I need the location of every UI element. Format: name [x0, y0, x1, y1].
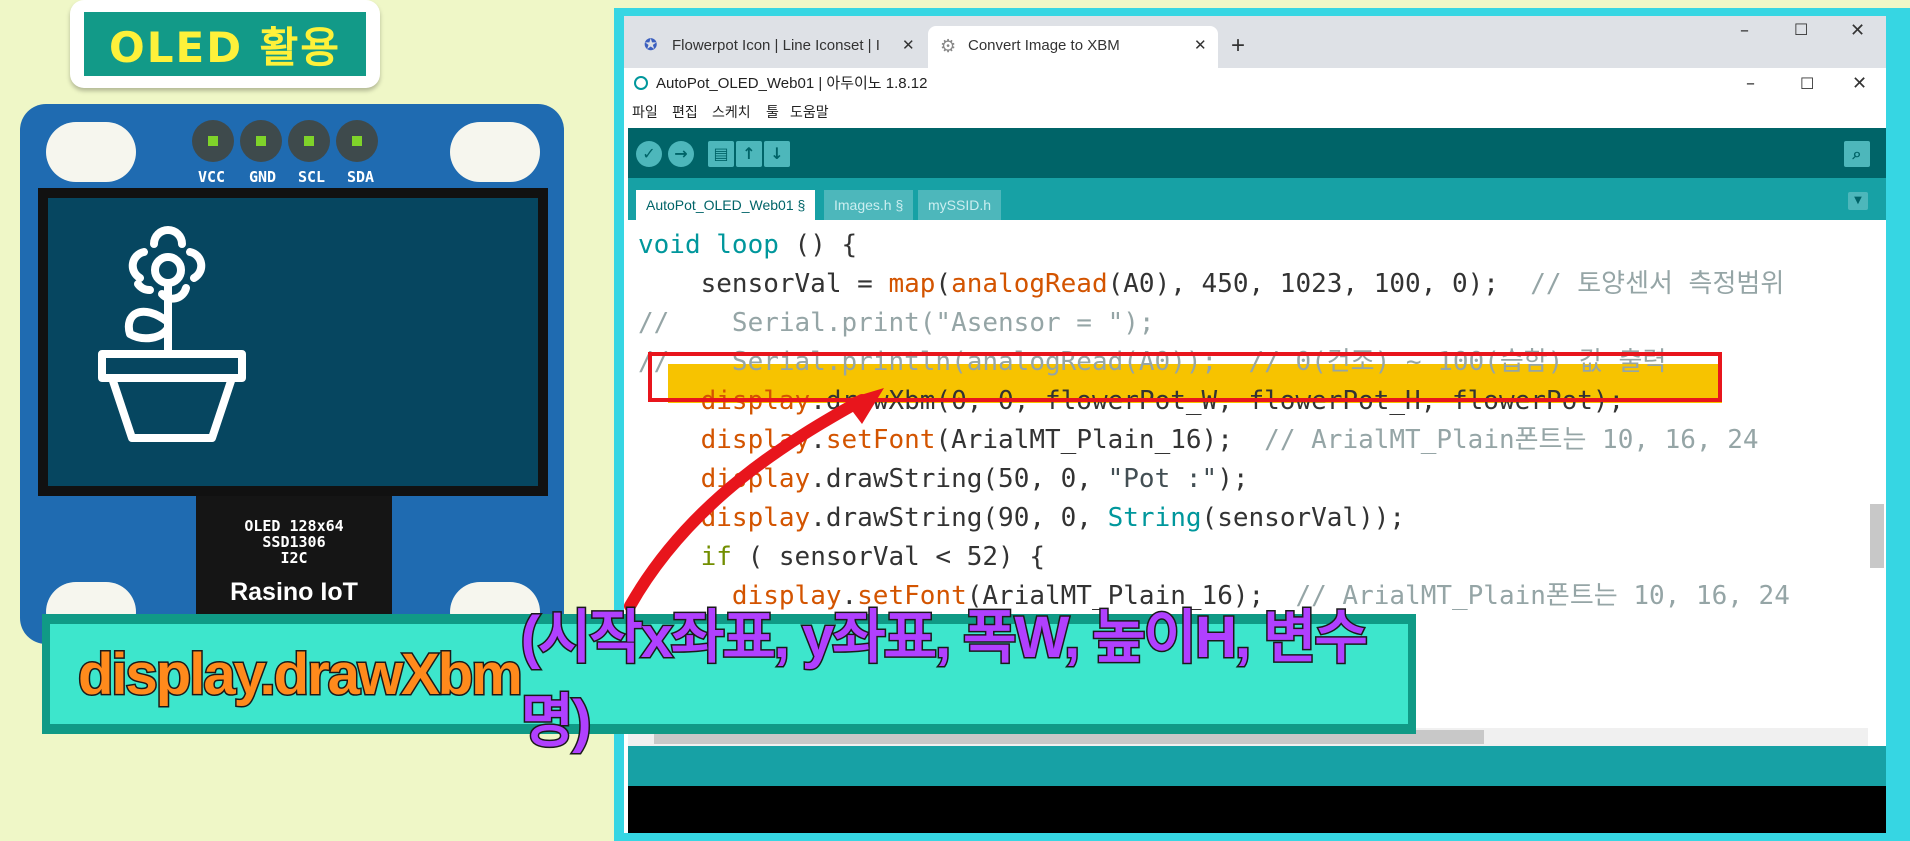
close-icon[interactable]: ✕ — [1194, 26, 1207, 66]
tab-images[interactable]: Images.h § — [824, 190, 914, 220]
code-line[interactable]: void loop () { — [638, 226, 857, 265]
oled-screen — [38, 188, 548, 496]
chip-line: OLED 128x64 — [244, 517, 344, 535]
caption-banner: display.drawXbm (시작x좌표, y좌표, 폭W, 높이H, 변수… — [42, 604, 1416, 756]
menu-tools[interactable]: 툴 — [766, 100, 779, 126]
pin-header — [240, 120, 282, 162]
mount-hole — [46, 122, 136, 182]
maximize-icon[interactable]: ☐ — [1794, 20, 1808, 39]
serial-monitor-icon[interactable]: ⌕ — [1844, 141, 1870, 167]
pin-label-scl: SCL — [298, 168, 326, 186]
arduino-logo-icon — [634, 76, 648, 90]
chip-line: SSD1306 — [262, 533, 326, 551]
close-window-icon[interactable]: ✕ — [1852, 68, 1867, 100]
oled-title-label: OLED 활용 — [70, 0, 380, 88]
close-window-icon[interactable]: ✕ — [1850, 20, 1865, 41]
gear-icon: ⚙ — [940, 36, 957, 56]
oled-title-text: OLED 활용 — [109, 22, 341, 72]
pin-header — [192, 120, 234, 162]
minimize-icon[interactable]: – — [1746, 68, 1755, 100]
browser-tab-xbm[interactable]: ⚙ Convert Image to XBM ✕ — [928, 26, 1218, 68]
pin-header — [288, 120, 330, 162]
pin-header — [336, 120, 378, 162]
banner-args: (시작x좌표, y좌표, 폭W, 높이H, 변수명) — [519, 604, 1369, 756]
arrow-icon — [624, 388, 884, 612]
minimize-icon[interactable]: – — [1740, 20, 1749, 41]
star-icon: ✪ — [644, 37, 658, 54]
code-line[interactable]: sensorVal = map(analogRead(A0), 450, 102… — [638, 265, 1785, 304]
board-brand: Rasino IoT — [230, 578, 358, 606]
browser-tabbar: ✪ Flowerpot Icon | Line Iconset | I ✕ ⚙ … — [624, 16, 1886, 68]
sketch-tabs: AutoPot_OLED_Web01 § Images.h § mySSID.h… — [628, 178, 1886, 220]
window-title: AutoPot_OLED_Web01 | 아두이노 1.8.12 — [656, 75, 928, 92]
verify-button[interactable]: ✓ — [636, 141, 662, 167]
console-output — [628, 786, 1886, 833]
vertical-scrollbar[interactable] — [1868, 220, 1886, 746]
pin-label-vcc: VCC — [198, 168, 226, 186]
scroll-thumb[interactable] — [1870, 504, 1884, 568]
tab-title: Flowerpot Icon | Line Iconset | I — [672, 37, 880, 54]
oled-board-image: VCC GND SCL SDA OLED 128x64 SSD1306 I2C … — [20, 104, 564, 644]
save-sketch-button[interactable]: ↓ — [764, 141, 790, 167]
tab-title: Convert Image to XBM — [968, 37, 1120, 54]
banner-function: display.drawXbm — [77, 640, 525, 708]
close-icon[interactable]: ✕ — [902, 26, 915, 66]
menu-help[interactable]: 도움말 — [790, 100, 829, 126]
arduino-titlebar: AutoPot_OLED_Web01 | 아두이노 1.8.12 – ☐ ✕ — [624, 68, 1886, 100]
menu-edit[interactable]: 편집 — [672, 100, 698, 126]
tab-myssid[interactable]: mySSID.h — [918, 190, 1002, 220]
maximize-icon[interactable]: ☐ — [1800, 68, 1814, 100]
new-tab-button[interactable]: + — [1218, 26, 1258, 68]
pin-label-gnd: GND — [249, 168, 277, 186]
menubar: 파일 편집 스케치 툴 도움말 — [624, 100, 1886, 126]
menu-sketch[interactable]: 스케치 — [712, 100, 751, 126]
flowerpot-icon — [98, 226, 246, 442]
open-sketch-button[interactable]: ↑ — [736, 141, 762, 167]
pin-label-sda: SDA — [347, 168, 375, 186]
browser-tab-flowerpot[interactable]: ✪ Flowerpot Icon | Line Iconset | I ✕ — [632, 26, 922, 68]
upload-button[interactable]: → — [668, 141, 694, 167]
tab-autopot[interactable]: AutoPot_OLED_Web01 § — [636, 190, 816, 220]
mount-hole — [450, 122, 540, 182]
arduino-toolbar: ✓ → ▤ ↑ ↓ ⌕ — [628, 128, 1886, 178]
menu-file[interactable]: 파일 — [632, 100, 658, 126]
code-line[interactable]: // Serial.print("Asensor = "); — [638, 304, 1155, 343]
new-sketch-button[interactable]: ▤ — [708, 141, 734, 167]
chip-line: I2C — [280, 549, 308, 567]
tab-menu-icon[interactable]: ▼ — [1848, 192, 1868, 210]
